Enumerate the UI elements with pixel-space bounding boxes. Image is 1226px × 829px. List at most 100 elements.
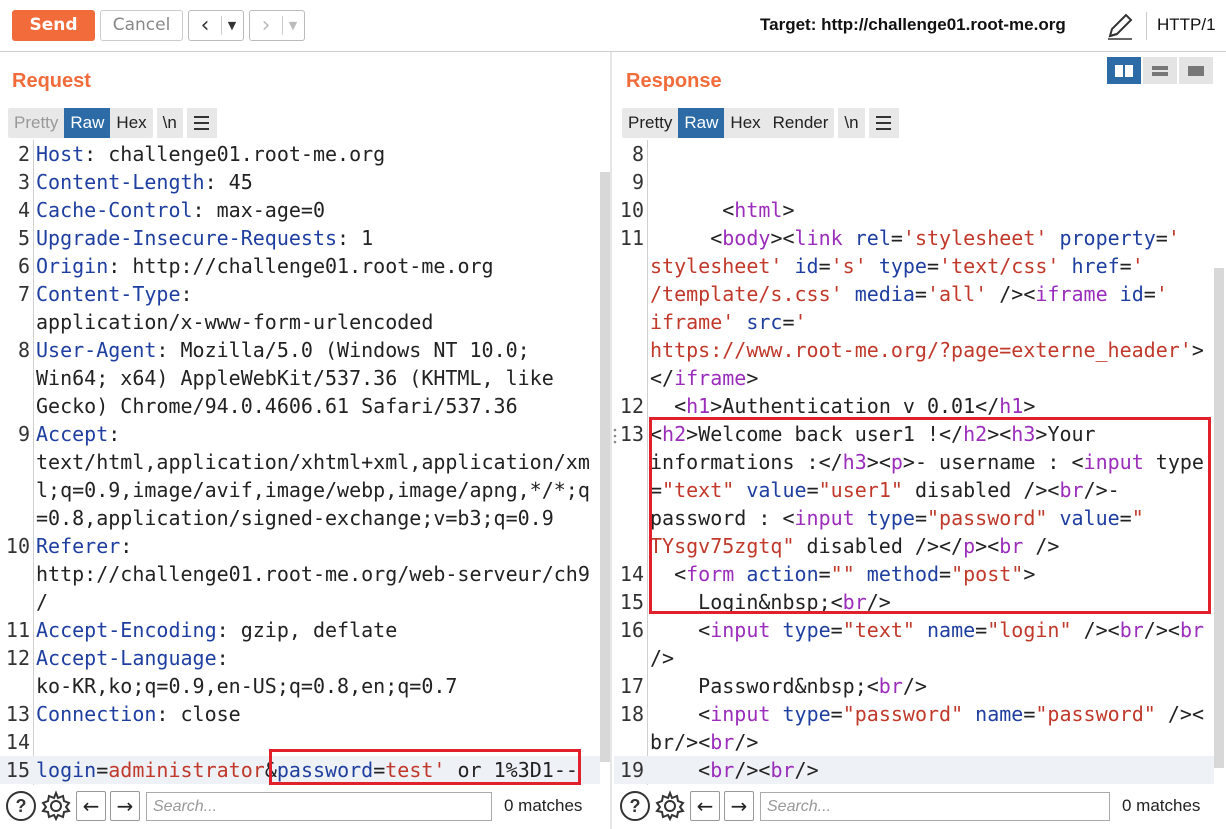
tabbed-layout-button[interactable] xyxy=(1179,57,1213,84)
menu-icon[interactable] xyxy=(186,108,217,138)
tag-name: br xyxy=(710,758,735,782)
code-text: iframe' src=' xyxy=(650,310,807,334)
help-icon[interactable]: ? xyxy=(6,791,36,821)
side-by-side-layout-button[interactable] xyxy=(1107,57,1141,84)
code-token: property xyxy=(1059,226,1156,250)
forward-nav-group[interactable]: › ▼ xyxy=(249,10,305,41)
dropdown-caret-icon[interactable]: ▼ xyxy=(222,19,242,32)
line-number: 15 xyxy=(619,590,644,614)
search-input[interactable]: Search... xyxy=(146,791,492,821)
top-toolbar: Send Cancel ‹ ▼ › ▼ Target: http://chall… xyxy=(0,0,1226,52)
toolbar-separator xyxy=(1146,12,1147,40)
header-name: Accept xyxy=(36,422,109,446)
request-title: Request xyxy=(12,70,91,92)
code-line: application/x-www-form-urlencoded xyxy=(0,308,600,336)
code-line: br/><br/> xyxy=(614,728,1214,756)
code-token: ' xyxy=(794,310,807,334)
code-text: Host: challenge01.root-me.org xyxy=(36,140,385,168)
code-text: ko-KR,ko;q=0.9,en-US;q=0.8,en;q=0.7 xyxy=(36,672,457,700)
tab-hex[interactable]: Hex xyxy=(724,108,766,138)
tag-token: <iframe xyxy=(1023,282,1108,306)
tag-token: <br xyxy=(1167,618,1205,642)
code-token: > xyxy=(782,198,795,222)
prev-match-button[interactable]: ← xyxy=(690,791,720,821)
newline-toggle[interactable]: \n xyxy=(156,108,183,138)
match-count: 0 matches xyxy=(1122,796,1201,815)
code-line: 12 <h1>Authentication v 0.01</h1> xyxy=(614,392,1214,420)
code-token: /> xyxy=(734,730,759,754)
tag-token: </h1 xyxy=(975,394,1024,418)
code-token: > xyxy=(710,394,723,418)
line-number: 17 xyxy=(619,674,644,698)
dropdown-caret-icon[interactable]: ▼ xyxy=(283,19,303,32)
code-token: media xyxy=(854,282,915,306)
header-name: Content-Length xyxy=(36,170,205,194)
code-text: Win64; x64) AppleWebKit/537.36 (KHTML, l… xyxy=(36,364,554,392)
response-scrollbar[interactable] xyxy=(1214,268,1224,768)
code-token: type xyxy=(782,702,831,726)
chevron-left-icon[interactable]: ‹ xyxy=(189,11,221,40)
response-tabs: Pretty Raw Hex Render \n xyxy=(622,108,899,138)
header-name: Accept-Language xyxy=(36,646,217,670)
tab-render[interactable]: Render xyxy=(767,108,835,138)
code-text: Referer: xyxy=(36,532,132,560)
code-text: Origin: http://challenge01.root-me.org xyxy=(36,252,494,280)
next-match-button[interactable]: → xyxy=(110,791,140,821)
code-token: src xyxy=(746,310,783,334)
tag-token: <br xyxy=(698,730,735,754)
code-line: 18 <input type="password" name="password… xyxy=(614,700,1214,728)
help-icon[interactable]: ? xyxy=(620,791,650,821)
string-continuation: iframe' xyxy=(650,310,735,334)
send-button[interactable]: Send xyxy=(12,10,95,41)
line-number: 3 xyxy=(17,170,30,194)
code-token: id xyxy=(1119,282,1144,306)
tag-token: </iframe xyxy=(650,366,747,390)
code-token: > xyxy=(1191,338,1204,362)
tab-raw[interactable]: Raw xyxy=(64,108,111,138)
code-text: Content-Length: 45 xyxy=(36,168,253,196)
header-name: Referer xyxy=(36,534,121,558)
code-token: name xyxy=(927,618,976,642)
stacked-layout-button[interactable] xyxy=(1143,57,1177,84)
tab-pretty[interactable]: Pretty xyxy=(622,108,678,138)
code-line: /> xyxy=(614,644,1214,672)
pencil-icon[interactable] xyxy=(1104,10,1136,42)
response-title: Response xyxy=(626,70,722,92)
header-value: : Mozilla/5.0 (Windows NT 10.0; xyxy=(156,338,530,362)
tab-hex[interactable]: Hex xyxy=(110,108,152,138)
request-editor[interactable]: 2 Host: challenge01.root-me.org 3 Content-L… xyxy=(0,140,600,785)
code-line: 5 Upgrade-Insecure-Requests: 1 xyxy=(0,224,600,252)
line-number: 10 xyxy=(5,534,30,558)
newline-toggle[interactable]: \n xyxy=(838,108,865,138)
code-line: </iframe> xyxy=(614,364,1214,392)
code-line: ko-KR,ko;q=0.9,en-US;q=0.8,en;q=0.7 xyxy=(0,672,600,700)
tag-name: br xyxy=(1179,618,1205,642)
header-value: / xyxy=(36,590,49,614)
line-number: 11 xyxy=(619,226,644,250)
body-token: login xyxy=(36,758,97,782)
code-line: 9 xyxy=(614,168,1214,196)
menu-icon[interactable] xyxy=(868,108,899,138)
search-input[interactable]: Search... xyxy=(760,791,1110,821)
code-text: Cache-Control: max-age=0 xyxy=(36,196,325,224)
code-line: 13 Connection: close xyxy=(0,700,600,728)
line-number: 9 xyxy=(631,170,644,194)
code-token: ' xyxy=(1155,282,1168,306)
code-line: 11 Accept-Encoding: gzip, deflate xyxy=(0,616,600,644)
request-scrollbar[interactable] xyxy=(600,172,610,762)
gear-icon[interactable] xyxy=(40,790,72,822)
gear-icon[interactable] xyxy=(654,790,686,822)
tab-raw[interactable]: Raw xyxy=(678,108,725,138)
back-nav-group[interactable]: ‹ ▼ xyxy=(188,10,244,41)
chevron-right-icon[interactable]: › xyxy=(250,11,282,40)
cancel-button[interactable]: Cancel xyxy=(100,10,183,41)
layout-toggle xyxy=(1107,57,1213,84)
protocol-label[interactable]: HTTP/1 xyxy=(1157,15,1216,35)
panel-divider[interactable] xyxy=(610,52,612,829)
tab-pretty[interactable]: Pretty xyxy=(8,108,64,138)
next-match-button[interactable]: → xyxy=(724,791,754,821)
match-count: 0 matches xyxy=(504,796,583,815)
tag-token: <br xyxy=(758,758,795,782)
prev-match-button[interactable]: ← xyxy=(76,791,106,821)
code-text: /> xyxy=(650,644,674,672)
